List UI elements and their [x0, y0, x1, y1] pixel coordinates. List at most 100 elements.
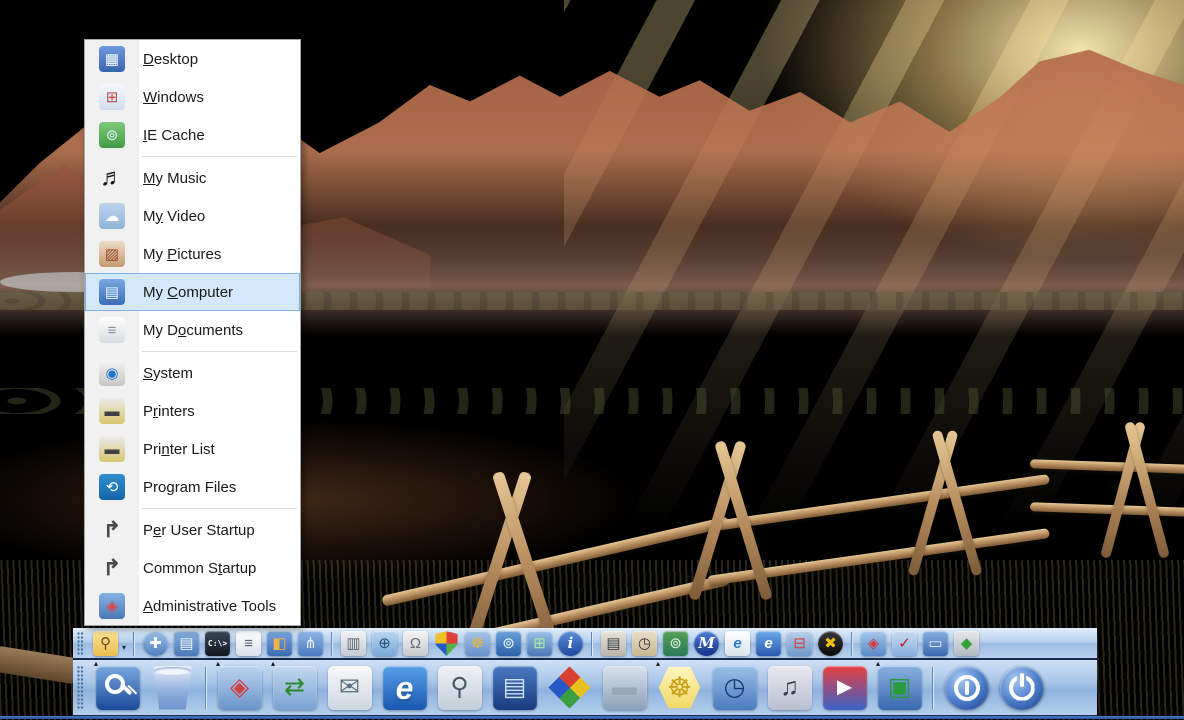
command-prompt-button[interactable]: C:\>: [202, 629, 233, 659]
scheduled-tasks-button[interactable]: ◷: [707, 661, 762, 715]
menu-item-label: Common Startup: [143, 560, 256, 577]
key-button[interactable]: ▴: [90, 661, 145, 715]
media-player-button[interactable]: ►: [817, 661, 872, 715]
menu-item-ie-cache[interactable]: ⊚ IE Cache: [85, 116, 300, 154]
toolbar-drag-handle[interactable]: [77, 632, 84, 656]
info-icon: i: [558, 631, 583, 656]
task-timer-icon: ◷: [632, 631, 657, 656]
windows-icon: ⊞: [99, 84, 125, 110]
find-files-button[interactable]: ⚲: [90, 629, 121, 659]
media-music-button[interactable]: ♫: [762, 661, 817, 715]
menu-item-label: Desktop: [143, 51, 198, 68]
internet-globe-button[interactable]: ⊚: [493, 629, 524, 659]
menu-item-common-startup[interactable]: ↱ Common Startup: [85, 549, 300, 587]
network-computers-icon: ⊞: [527, 631, 552, 656]
menu-item-label: Printers: [143, 403, 195, 420]
menu-item-system[interactable]: ◉System: [85, 354, 300, 392]
notes-button[interactable]: ▤: [171, 629, 202, 659]
menu-item-printers[interactable]: ▬Printers: [85, 392, 300, 430]
pushpins-icon: ⋔: [298, 631, 323, 656]
internet-explorer-button[interactable]: e: [377, 661, 432, 715]
shutdown-button[interactable]: [994, 661, 1049, 715]
menu-item-my-computer[interactable]: ▤My Computer: [85, 273, 300, 311]
menu-item-label: Per User Startup: [143, 522, 255, 539]
monitor-check-button[interactable]: ✓: [889, 629, 920, 659]
harddisk-button[interactable]: ▬: [597, 661, 652, 715]
toolbar-separator: [133, 632, 135, 656]
components-button[interactable]: [542, 661, 597, 715]
context-menu: ▦Desktop⊞Windows ⊚ IE Cache ♬My Music☁My Vi…: [84, 39, 301, 626]
menu-item-label: Printer List: [143, 441, 215, 458]
menu-item-label: My Video: [143, 208, 205, 225]
gears-button[interactable]: ☸: [462, 629, 493, 659]
menu-item-my-documents[interactable]: ≡My Documents: [85, 311, 300, 349]
menu-item-my-music[interactable]: ♬My Music: [85, 159, 300, 197]
close-x-icon: ✖: [818, 631, 843, 656]
ie-cache-icon: ⊚: [99, 122, 125, 148]
standby-button[interactable]: [939, 661, 994, 715]
monitor-check-icon: ✓: [892, 631, 917, 656]
monitor-chart-button[interactable]: M: [691, 629, 722, 659]
menu-item-printer-list[interactable]: ▬Printer List: [85, 430, 300, 468]
computer-icon: ▤: [99, 279, 125, 305]
journal-button[interactable]: ▤: [487, 661, 542, 715]
lock-button[interactable]: Ω: [400, 629, 431, 659]
common-startup-icon: ↱: [99, 555, 125, 581]
dropdown-arrow-icon[interactable]: ▾: [122, 643, 126, 652]
monitors-stack-button[interactable]: ⊟: [784, 629, 815, 659]
pushpins-button[interactable]: ⋔: [295, 629, 326, 659]
new-item-button[interactable]: ✚: [140, 629, 171, 659]
toolbar-drag-handle[interactable]: [77, 666, 84, 710]
email-button[interactable]: ✉: [322, 661, 377, 715]
menu-item-windows[interactable]: ⊞Windows: [85, 78, 300, 116]
network-computers-button[interactable]: ⊞: [524, 629, 555, 659]
recycle-bin-button[interactable]: [145, 661, 200, 715]
system-config-button[interactable]: ▴☸: [652, 661, 707, 715]
system-config-icon: ☸: [658, 666, 702, 710]
menu-item-desktop[interactable]: ▦Desktop: [85, 40, 300, 78]
toolbar-separator: [851, 632, 853, 656]
gear-components-button[interactable]: ◆: [951, 629, 982, 659]
menu-item-per-user-startup[interactable]: ↱Per User Startup: [85, 511, 300, 549]
file-search-button[interactable]: ⚲: [432, 661, 487, 715]
menu-item-label: My Pictures: [143, 246, 221, 263]
menu-item-label: IE Cache: [143, 127, 205, 144]
sync-computers-button[interactable]: ▴⇄: [267, 661, 322, 715]
new-item-icon: ✚: [143, 631, 168, 656]
shutdown-icon: [1000, 666, 1044, 710]
sync-computers-icon: ⇄: [273, 666, 317, 710]
net-device-button[interactable]: ⊚: [660, 629, 691, 659]
folder-components-button[interactable]: ◈: [858, 629, 889, 659]
monitor-button[interactable]: ▭: [920, 629, 951, 659]
text-file-button[interactable]: ≡: [233, 629, 264, 659]
network-key-button[interactable]: ⊕: [369, 629, 400, 659]
monitor-chart-icon: M: [694, 631, 719, 656]
close-x-button[interactable]: ✖: [815, 629, 846, 659]
info-button[interactable]: i: [555, 629, 586, 659]
ie-document-button[interactable]: e: [722, 629, 753, 659]
email-icon: ✉: [328, 666, 372, 710]
toolbar-separator: [331, 632, 333, 656]
package-button[interactable]: ◧: [264, 629, 295, 659]
menu-item-my-video[interactable]: ☁My Video: [85, 197, 300, 235]
admin-tools-icon: ◈: [99, 593, 125, 619]
monitor-icon: ▭: [923, 631, 948, 656]
notes-icon: ▤: [174, 631, 199, 656]
menu-item-program-files[interactable]: ⟲Program Files: [85, 468, 300, 506]
menu-item-my-pictures[interactable]: ▨My Pictures: [85, 235, 300, 273]
display-settings-button[interactable]: ▴▣: [872, 661, 927, 715]
gear-components-icon: ◆: [954, 631, 979, 656]
documents-icon: ≡: [99, 317, 125, 343]
security-shield-button[interactable]: [431, 629, 462, 659]
recycle-bin-icon: [151, 666, 195, 710]
internet-explorer-icon: e: [383, 666, 427, 710]
file-cabinet-button[interactable]: ▥: [338, 629, 369, 659]
menu-item-administrative-tools[interactable]: ◈Administrative Tools: [85, 587, 300, 625]
task-timer-button[interactable]: ◷: [629, 629, 660, 659]
scanner-button[interactable]: ▤: [598, 629, 629, 659]
ie-button[interactable]: e: [753, 629, 784, 659]
display-components-button[interactable]: ▴◈: [212, 661, 267, 715]
media-player-icon: ►: [823, 666, 867, 710]
net-device-icon: ⊚: [663, 631, 688, 656]
standby-icon: [945, 666, 989, 710]
